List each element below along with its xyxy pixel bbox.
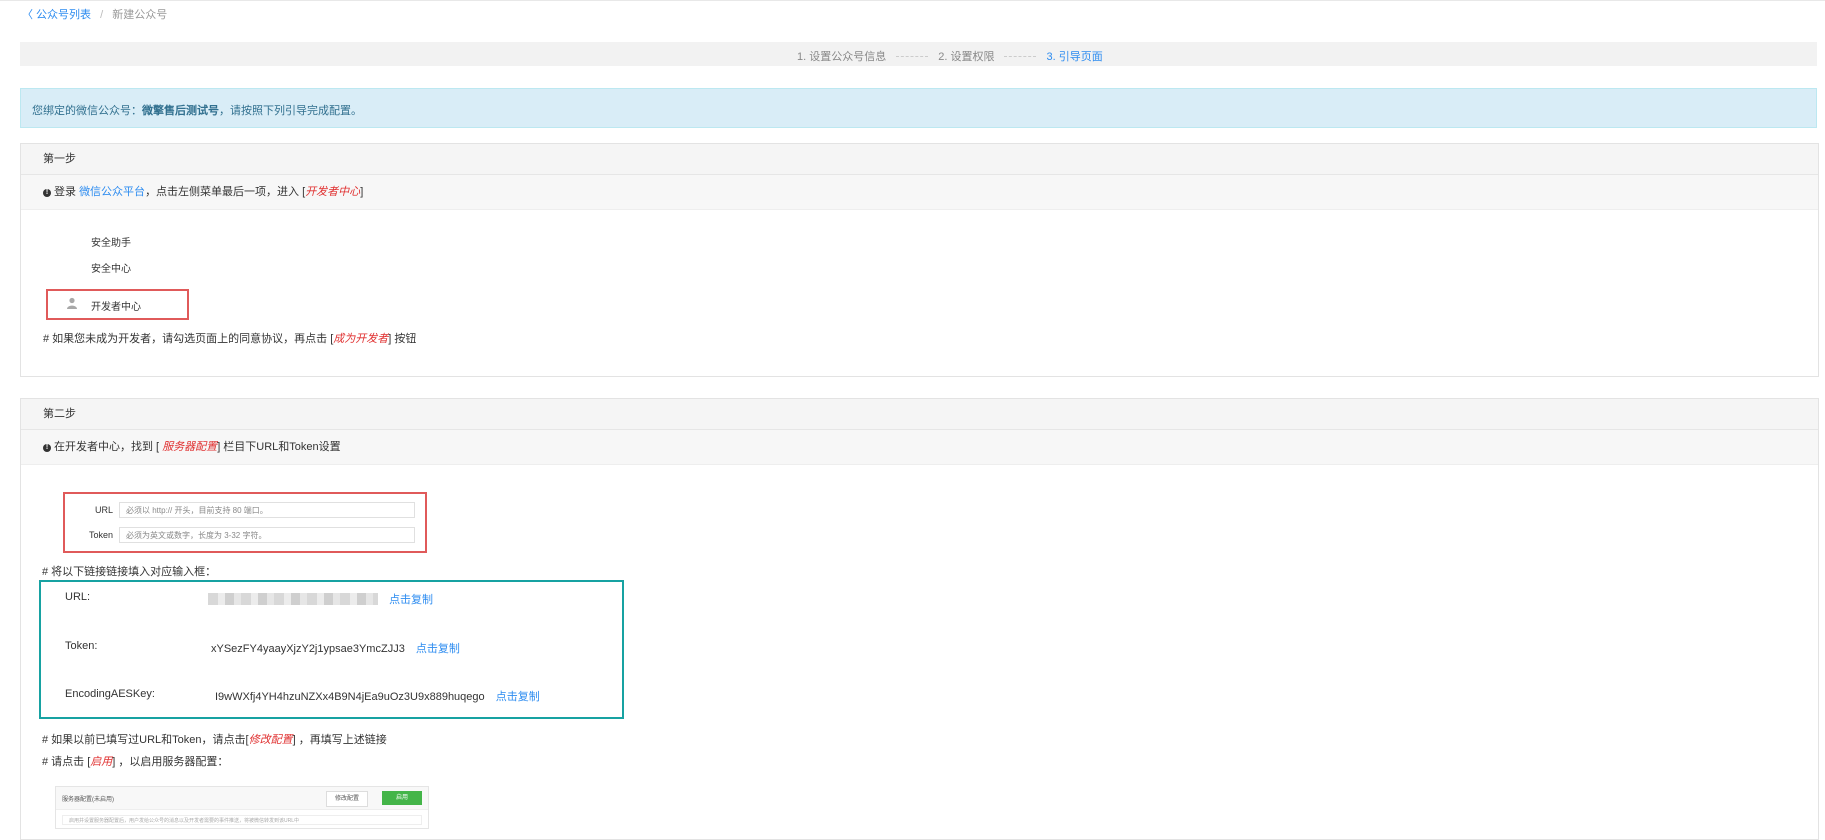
note2-a: # 请点击 [ bbox=[42, 756, 91, 768]
mini-enable-button: 启用 bbox=[382, 791, 422, 805]
info-icon: ! bbox=[43, 189, 51, 197]
step1-note: # 如果您未成为开发者，请勾选页面上的同意协议，再点击 [成为开发者] 按钮 bbox=[43, 330, 416, 346]
form-token-input: 必须为英文或数字，长度为 3-32 字符。 bbox=[119, 527, 415, 543]
step1-instr-b: ，点击左侧菜单最后一项，进入 [ bbox=[145, 186, 306, 198]
step-2-label: 2. 设置权限 bbox=[938, 51, 995, 63]
step-divider bbox=[1004, 55, 1037, 57]
user-icon bbox=[67, 297, 77, 309]
step-3-label: 3. 引导页面 bbox=[1046, 51, 1103, 63]
modify-config-highlight: 修改配置 bbox=[248, 734, 293, 746]
step2-instruction: ! 在开发者中心，找到 [ 服务器配置] 栏目下URL和Token设置 bbox=[21, 430, 1818, 465]
aes-row-value: I9wWXfj4YH4hzuNZXx4B9N4jEa9uOz3U9x889huq… bbox=[215, 688, 540, 704]
step1-panel: 第一步 ! 登录 微信公众平台，点击左侧菜单最后一项，进入 [开发者中心] 安全助… bbox=[20, 143, 1819, 377]
server-config-highlight: 服务器配置 bbox=[162, 441, 218, 453]
step2-instr-a: 在开发者中心，找到 [ bbox=[54, 441, 160, 453]
breadcrumb: 〈 公众号列表 / 新建公众号 bbox=[22, 6, 167, 22]
note1-b: ] ，再填写上述链接 bbox=[292, 734, 387, 746]
breadcrumb-current: 新建公众号 bbox=[112, 9, 168, 21]
breadcrumb-separator: / bbox=[100, 9, 104, 21]
developer-center-highlight-box: 开发者中心 bbox=[46, 289, 189, 320]
url-token-form-screenshot: URL 必须以 http:// 开头，目前支持 80 端口。 Token 必须为… bbox=[63, 492, 427, 553]
form-url-input: 必须以 http:// 开头，目前支持 80 端口。 bbox=[119, 502, 415, 518]
step1-note-a: # 如果您未成为开发者，请勾选页面上的同意协议，再点击 [ bbox=[43, 333, 334, 345]
mini-description: 启用并设置服务器配置后，用户发给公众号的消息以及开发者需要的事件推送，将被微信转… bbox=[62, 815, 422, 825]
step1-instr-c: ] bbox=[360, 186, 364, 198]
aes-row-label: EncodingAESKey: bbox=[65, 688, 155, 700]
note1-a: # 如果以前已填写过URL和Token，请点击[ bbox=[42, 734, 249, 746]
url-row-label: URL: bbox=[65, 591, 91, 603]
step-1-label: 1. 设置公众号信息 bbox=[797, 51, 887, 63]
alert-account-name: 微擎售后测试号 bbox=[142, 105, 219, 117]
info-icon: ! bbox=[43, 444, 51, 452]
url-blurred-value bbox=[208, 593, 378, 605]
token-row-value: xYSezFY4yaayXjzY2j1ypsae3YmcZJJ3 点击复制 bbox=[211, 640, 460, 656]
become-developer-highlight: 成为开发者 bbox=[333, 333, 389, 345]
step2-instr-b: ] 栏目下URL和Token设置 bbox=[217, 441, 341, 453]
top-border bbox=[0, 0, 1825, 1]
copy-token-button[interactable]: 点击复制 bbox=[416, 643, 460, 655]
step1-instr-a: 登录 bbox=[54, 186, 76, 198]
form-token-label: Token bbox=[88, 530, 113, 540]
modify-config-note: # 如果以前已填写过URL和Token，请点击[修改配置] ，再填写上述链接 bbox=[42, 731, 387, 747]
menu-item-security-center: 安全中心 bbox=[91, 264, 131, 275]
step1-instruction: ! 登录 微信公众平台，点击左侧菜单最后一项，进入 [开发者中心] bbox=[21, 175, 1818, 210]
step2-title: 第二步 bbox=[21, 399, 1818, 430]
alert-prefix: 您绑定的微信公众号： bbox=[32, 105, 142, 117]
fill-links-note: # 将以下链接链接填入对应输入框： bbox=[42, 566, 217, 578]
developer-center-highlight: 开发者中心 bbox=[305, 186, 361, 198]
menu-item-developer-center: 开发者中心 bbox=[91, 302, 141, 313]
steps-progress-bar: 1. 设置公众号信息 2. 设置权限 3. 引导页面 bbox=[20, 42, 1817, 66]
aes-key-value: I9wWXfj4YH4hzuNZXx4B9N4jEa9uOz3U9x889huq… bbox=[215, 691, 485, 703]
binding-info-alert: 您绑定的微信公众号：微擎售后测试号，请按照下列引导完成配置。 bbox=[20, 88, 1817, 128]
step1-note-b: ] 按钮 bbox=[388, 333, 417, 345]
breadcrumb-back-link[interactable]: 〈 公众号列表 bbox=[22, 9, 91, 21]
menu-item-security-assistant: 安全助手 bbox=[91, 238, 131, 249]
copy-url-button[interactable]: 点击复制 bbox=[389, 594, 433, 606]
enable-highlight: 启用 bbox=[90, 756, 113, 768]
note2-b: ] ，以启用服务器配置： bbox=[112, 756, 229, 768]
config-values-box: URL: 点击复制 Token: xYSezFY4yaayXjzY2j1ypsa… bbox=[39, 580, 624, 719]
server-config-screenshot: 服务器配置(未启用) 修改配置 启用 启用并设置服务器配置后，用户发给公众号的消… bbox=[55, 786, 429, 829]
alert-suffix: ，请按照下列引导完成配置。 bbox=[219, 105, 362, 117]
step-divider bbox=[896, 55, 929, 57]
form-url-label: URL bbox=[94, 505, 113, 515]
copy-aes-button[interactable]: 点击复制 bbox=[496, 691, 540, 703]
step1-title: 第一步 bbox=[21, 144, 1818, 175]
url-row-value: 点击复制 bbox=[208, 591, 433, 607]
mini-modify-button: 修改配置 bbox=[326, 791, 368, 807]
token-value: xYSezFY4yaayXjzY2j1ypsae3YmcZJJ3 bbox=[211, 643, 405, 655]
token-row-label: Token: bbox=[65, 640, 98, 652]
mini-title: 服务器配置(未启用) bbox=[62, 797, 114, 803]
enable-config-note: # 请点击 [启用] ，以启用服务器配置： bbox=[42, 753, 228, 769]
wechat-platform-link[interactable]: 微信公众平台 bbox=[79, 186, 145, 198]
